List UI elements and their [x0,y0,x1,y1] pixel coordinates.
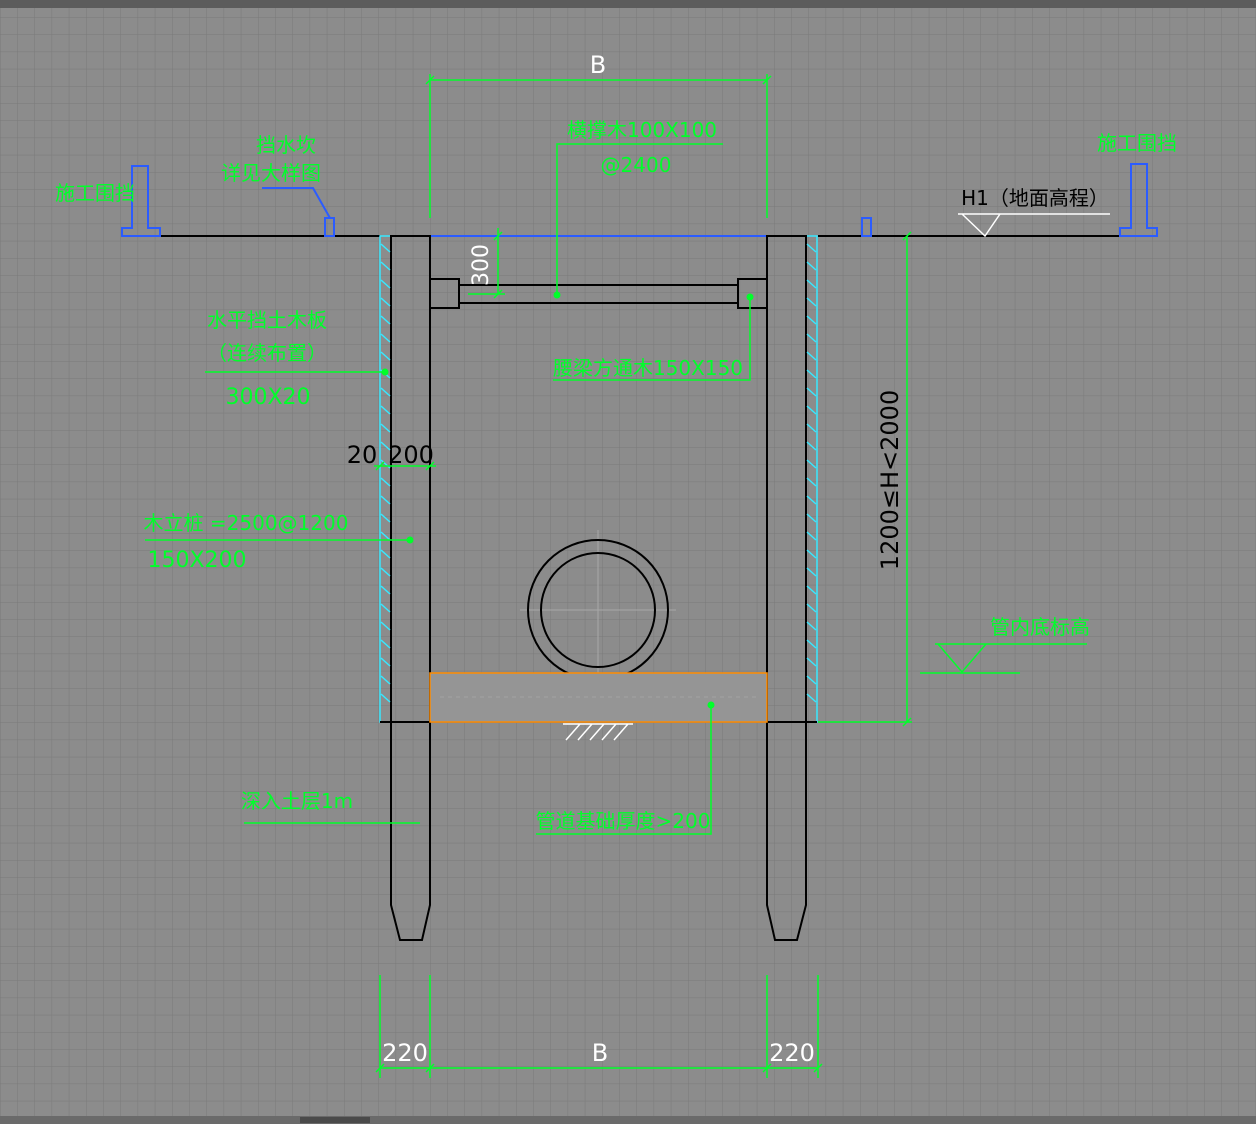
pile-label: 木立桩 =2500@1200 [144,511,349,535]
cross-brace-label: 横撑木100X100 [567,118,717,142]
pile-size-label: 150X200 [147,548,246,573]
waist-beam-label: 腰梁方通木150X150 [553,356,743,380]
depth-range-label: 1200≤H<2000 [876,390,904,570]
pipe-invert-label: 管内底标高 [990,615,1090,639]
board-arrangement-label: （连续布置） [207,341,327,365]
water-stop-detail-label: 详见大样图 [221,161,321,185]
board-size-label: 300X20 [225,385,310,410]
top-width-label: B [590,51,606,79]
dim-right-220-label: 220 [769,1039,815,1067]
ground-level-label: H1（地面高程） [961,186,1109,210]
horizontal-scrollbar[interactable] [0,1116,1256,1124]
dim-200-label: 200 [388,441,434,469]
dim-20-label: 20 [347,441,378,469]
cross-brace-spacing-label: @2400 [601,153,672,177]
embed-depth-label: 深入土层1m [241,789,353,813]
water-stop-label: 挡水坎 [256,133,316,157]
barrier-left-label: 施工围挡 [55,181,135,205]
scrollbar-thumb[interactable] [300,1117,370,1123]
cad-drawing-canvas: B 横撑木100X100 @2400 施工围挡 施工围挡 挡水坎 详见大样图 H… [0,8,1256,1116]
dim-left-220-label: 220 [382,1039,428,1067]
board-label: 水平挡土木板 [207,308,327,332]
depth-300-label: 300 [469,244,494,286]
bottom-width-label: B [592,1039,608,1067]
foundation-label: 管道基础厚度>200 [536,809,711,833]
barrier-right-label: 施工围挡 [1097,131,1177,155]
